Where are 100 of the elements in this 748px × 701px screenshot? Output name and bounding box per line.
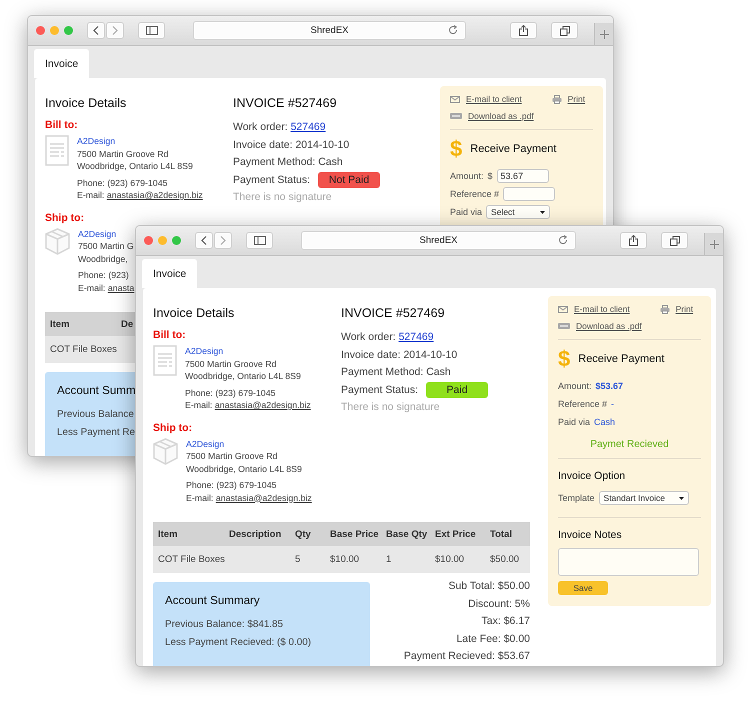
column-header: Item <box>45 312 116 336</box>
action-link[interactable]: Print <box>676 304 694 314</box>
section-label: Ship to: <box>153 422 194 434</box>
column-header: Item <box>153 522 224 546</box>
table-cell: 1 <box>381 546 430 573</box>
section-label: Bill to: <box>45 119 79 131</box>
field-value: - <box>611 399 614 409</box>
field-label: Reference # <box>450 189 500 199</box>
address-line: 7500 Martin Groove Rd <box>77 148 168 160</box>
company-name: A2Design <box>78 228 116 240</box>
total-line: Late Fee: $0.00 <box>456 632 530 646</box>
summary-line: Less Payment Recieved: ($ 0.00) <box>165 636 312 650</box>
tabs-icon <box>560 26 570 36</box>
address-line: 7500 Martin G <box>78 240 134 252</box>
address-bar[interactable]: ShredEX <box>193 21 466 40</box>
phone-line: Phone: (923) 679-1045 <box>77 176 168 189</box>
window-zoom-button[interactable] <box>172 236 181 245</box>
back-button[interactable] <box>87 22 105 39</box>
section-heading: Invoice Details <box>45 96 128 110</box>
printer-icon <box>552 94 562 104</box>
sidebar-button[interactable] <box>138 22 165 39</box>
panel-heading: Receive Payment <box>470 143 556 155</box>
field-label: Paid via <box>558 417 590 427</box>
email-line: E-mail: anastasia@a2design.biz <box>186 492 312 504</box>
address-line: 7500 Martin Groove Rd <box>186 450 278 462</box>
file-badge-icon <box>450 113 462 119</box>
status-label: Payment Status: <box>233 172 310 188</box>
address-bar[interactable]: ShredEX <box>301 231 576 250</box>
file-badge-icon <box>558 323 570 329</box>
window-minimize-button[interactable] <box>158 236 167 245</box>
dollar-icon: $ <box>450 137 462 161</box>
save-button[interactable]: Save <box>558 581 608 595</box>
template-dropdown[interactable]: Standart Invoice <box>598 491 689 505</box>
box-icon <box>153 438 178 464</box>
input-field[interactable] <box>503 187 556 201</box>
panel-heading: Receive Payment <box>578 353 664 365</box>
action-link[interactable]: E-mail to client <box>466 94 522 104</box>
tabs-button[interactable] <box>661 232 688 249</box>
action-link[interactable]: Download as .pdf <box>468 111 534 121</box>
dropdown[interactable]: Select <box>486 205 550 219</box>
share-button[interactable] <box>510 22 537 39</box>
action-link[interactable]: E-mail to client <box>574 304 630 314</box>
work-order-link[interactable]: 527469 <box>290 121 326 133</box>
share-button[interactable] <box>620 232 647 249</box>
invoice-info: Invoice date: 2014-10-10 <box>233 138 350 152</box>
back-button[interactable] <box>195 232 213 249</box>
phone-line: Phone: (923) 679-1045 <box>186 479 276 492</box>
invoice-info: Payment Method: Cash <box>341 365 452 380</box>
tab[interactable]: Invoice <box>142 259 198 288</box>
new-tab-button[interactable] <box>594 23 613 45</box>
sidebar-icon <box>254 236 266 245</box>
work-order-line: Work order: 527469 <box>233 120 327 135</box>
invoice-info: Invoice date: 2014-10-10 <box>341 348 458 362</box>
reload-icon[interactable] <box>448 25 458 35</box>
tabs-button[interactable] <box>551 22 578 39</box>
email-link[interactable]: anastasia@a2design.biz <box>106 190 203 200</box>
input-field[interactable]: 53.67 <box>496 169 549 183</box>
work-order-link[interactable]: 527469 <box>398 331 434 343</box>
invoice-info: Payment Method: Cash <box>233 155 344 170</box>
document-icon <box>45 135 69 166</box>
plus-icon <box>600 30 608 38</box>
email-link[interactable]: anasta <box>108 282 134 292</box>
caret-icon <box>540 210 546 214</box>
chevron-left-icon <box>201 236 207 245</box>
reload-icon[interactable] <box>558 235 568 245</box>
sidebar-icon <box>146 26 158 35</box>
panel-heading: Invoice Option <box>558 469 626 483</box>
action-link[interactable]: Print <box>568 94 586 104</box>
column-header: Base Qty <box>381 522 430 546</box>
total-line: Payment Recieved: $53.67 <box>404 649 530 664</box>
sidebar-button[interactable] <box>246 232 273 249</box>
tab[interactable]: Invoice <box>34 49 90 78</box>
column-header: Base Price <box>325 522 381 546</box>
address-line: Woodbridge, Ontario L4L 8S9 <box>186 462 302 475</box>
email-line: E-mail: anasta <box>78 282 134 294</box>
box-icon <box>45 228 70 254</box>
signature-note: There is no signature <box>341 400 441 415</box>
summary-heading: Account Summ <box>57 384 136 398</box>
currency-label: $ <box>488 171 493 181</box>
company-name: A2Design <box>185 345 224 358</box>
window-minimize-button[interactable] <box>50 26 59 35</box>
chevron-right-icon <box>112 26 118 35</box>
table-cell: $10.00 <box>430 546 485 573</box>
table-cell: $10.00 <box>325 546 381 573</box>
window-zoom-button[interactable] <box>64 26 73 35</box>
summary-line: Previous Balance: $841.85 <box>165 618 284 632</box>
address-line: 7500 Martin Groove Rd <box>185 358 276 370</box>
invoice-number: INVOICE #527469 <box>341 306 446 320</box>
new-tab-button[interactable] <box>704 233 723 255</box>
window-close-button[interactable] <box>144 236 153 245</box>
table-cell: COT File Boxes <box>153 546 224 573</box>
tabs-icon <box>670 236 680 246</box>
status-label: Payment Status: <box>341 382 418 398</box>
chevron-left-icon <box>93 26 99 35</box>
email-link[interactable]: anastasia@a2design.biz <box>214 400 311 410</box>
status-badge: Paid <box>426 382 488 398</box>
email-link[interactable]: anastasia@a2design.biz <box>216 492 312 502</box>
action-link[interactable]: Download as .pdf <box>576 321 642 331</box>
window-close-button[interactable] <box>36 26 45 35</box>
notes-field[interactable] <box>558 548 699 576</box>
